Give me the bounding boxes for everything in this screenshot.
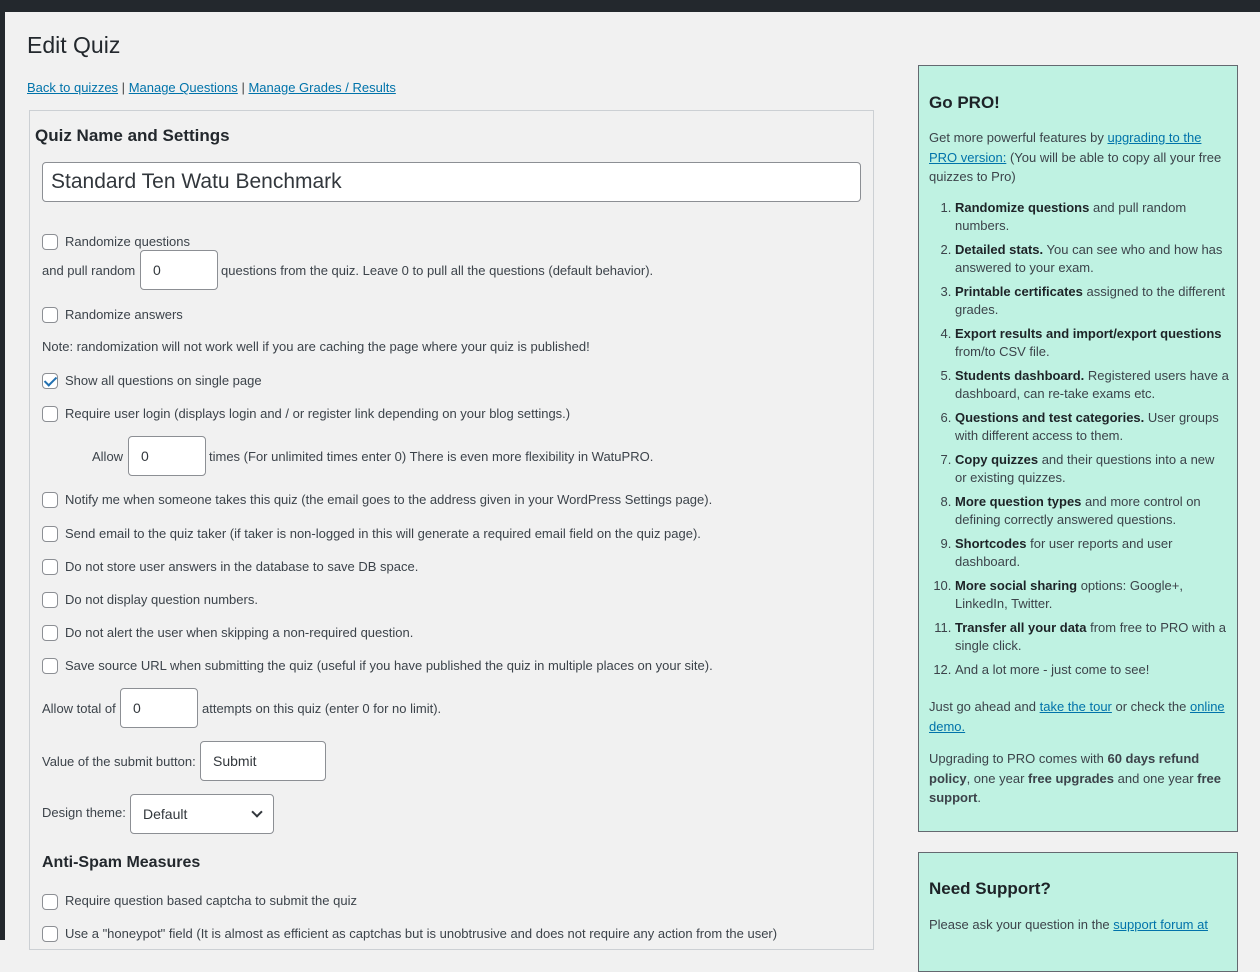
- allow-times-help: times (For unlimited times enter 0) Ther…: [209, 449, 654, 464]
- list-item: Randomize questions and pull random numb…: [955, 199, 1229, 235]
- no-question-numbers-label: Do not display question numbers.: [65, 592, 258, 607]
- quiz-name-input[interactable]: [42, 162, 861, 202]
- submit-value-label: Value of the submit button:: [42, 754, 196, 769]
- pull-random-help: questions from the quiz. Leave 0 to pull…: [221, 263, 654, 278]
- randomize-answers-label: Randomize answers: [65, 307, 183, 322]
- back-to-quizzes-link[interactable]: Back to quizzes: [27, 80, 118, 95]
- quiz-settings-panel: Quiz Name and Settings Randomize questio…: [29, 110, 874, 950]
- admin-top-bar: [0, 0, 1260, 12]
- nav-separator: |: [241, 80, 245, 95]
- list-item: Copy quizzes and their questions into a …: [955, 451, 1229, 487]
- pro-refund-text: Upgrading to PRO comes with 60 days refu…: [929, 751, 1222, 805]
- pro-tour-text: Just go ahead and take the tour or check…: [929, 699, 1225, 734]
- need-support-box: Need Support? Please ask your question i…: [918, 852, 1238, 972]
- design-theme-label: Design theme:: [42, 805, 126, 820]
- randomization-note: Note: randomization will not work well i…: [42, 339, 590, 354]
- list-item: And a lot more - just come to see!: [955, 661, 1229, 679]
- no-alert-checkbox[interactable]: [42, 625, 58, 641]
- design-theme-select[interactable]: Default: [130, 794, 274, 834]
- honeypot-label: Use a "honeypot" field (It is almost as …: [65, 926, 778, 941]
- randomize-answers-checkbox[interactable]: [42, 307, 58, 323]
- captcha-checkbox[interactable]: [42, 894, 58, 910]
- need-support-heading: Need Support?: [929, 879, 1051, 898]
- send-email-label: Send email to the quiz taker (if taker i…: [65, 526, 701, 541]
- list-item: Printable certificates assigned to the d…: [955, 283, 1229, 319]
- list-item: Shortcodes for user reports and user das…: [955, 535, 1229, 571]
- require-login-checkbox[interactable]: [42, 406, 58, 422]
- take-tour-link[interactable]: take the tour: [1040, 699, 1112, 714]
- no-store-answers-checkbox[interactable]: [42, 559, 58, 575]
- nav-separator: |: [121, 80, 126, 95]
- settings-heading: Quiz Name and Settings: [35, 126, 230, 145]
- require-login-label: Require user login (displays login and /…: [65, 406, 571, 421]
- list-item: Export results and import/export questio…: [955, 325, 1229, 361]
- pull-random-label: and pull random: [42, 263, 136, 278]
- list-item: More social sharing options: Google+, Li…: [955, 577, 1229, 613]
- page-title: Edit Quiz: [27, 32, 121, 58]
- chevron-down-icon: [251, 806, 263, 818]
- save-source-url-label: Save source URL when submitting the quiz…: [65, 658, 713, 673]
- antispam-heading: Anti-Spam Measures: [42, 854, 201, 871]
- list-item: Detailed stats. You can see who and how …: [955, 241, 1229, 277]
- no-store-answers-label: Do not store user answers in the databas…: [65, 559, 419, 574]
- quiz-nav-links: Back to quizzes | Manage Questions | Man…: [27, 80, 396, 95]
- support-forum-link[interactable]: support forum at: [1113, 917, 1208, 932]
- send-email-checkbox[interactable]: [42, 526, 58, 542]
- single-page-checkbox[interactable]: [42, 373, 58, 389]
- manage-grades-link[interactable]: Manage Grades / Results: [248, 80, 395, 95]
- design-theme-value: Default: [143, 806, 188, 822]
- list-item: Questions and test categories. User grou…: [955, 409, 1229, 445]
- pro-feature-list: Randomize questions and pull random numb…: [929, 199, 1229, 685]
- notify-me-label: Notify me when someone takes this quiz (…: [65, 492, 713, 507]
- attempts-help: attempts on this quiz (enter 0 for no li…: [202, 701, 442, 716]
- list-item: Students dashboard. Registered users hav…: [955, 367, 1229, 403]
- no-question-numbers-checkbox[interactable]: [42, 592, 58, 608]
- attempts-input[interactable]: [120, 688, 198, 728]
- save-source-url-checkbox[interactable]: [42, 658, 58, 674]
- notify-me-checkbox[interactable]: [42, 492, 58, 508]
- randomize-questions-label: Randomize questions: [65, 234, 191, 249]
- go-pro-intro: Get more powerful features by upgrading …: [929, 128, 1229, 187]
- randomize-questions-checkbox[interactable]: [42, 234, 58, 250]
- list-item: More question types and more control on …: [955, 493, 1229, 529]
- attempts-label: Allow total of: [42, 701, 116, 716]
- go-pro-box: Go PRO! Get more powerful features by up…: [918, 65, 1238, 832]
- captcha-label: Require question based captcha to submit…: [65, 893, 357, 908]
- manage-questions-link[interactable]: Manage Questions: [129, 80, 238, 95]
- no-alert-label: Do not alert the user when skipping a no…: [65, 625, 414, 640]
- go-pro-intro-text: Get more powerful features by: [929, 130, 1104, 145]
- allow-times-input[interactable]: [128, 436, 206, 476]
- go-pro-heading: Go PRO!: [929, 93, 1000, 112]
- submit-value-input[interactable]: [200, 741, 326, 781]
- list-item: Transfer all your data from free to PRO …: [955, 619, 1229, 655]
- allow-times-label: Allow: [92, 449, 124, 464]
- admin-sidebar-edge: [0, 0, 5, 940]
- support-text: Please ask your question in the support …: [929, 917, 1208, 932]
- pull-random-input[interactable]: [140, 250, 218, 290]
- single-page-label: Show all questions on single page: [65, 373, 262, 388]
